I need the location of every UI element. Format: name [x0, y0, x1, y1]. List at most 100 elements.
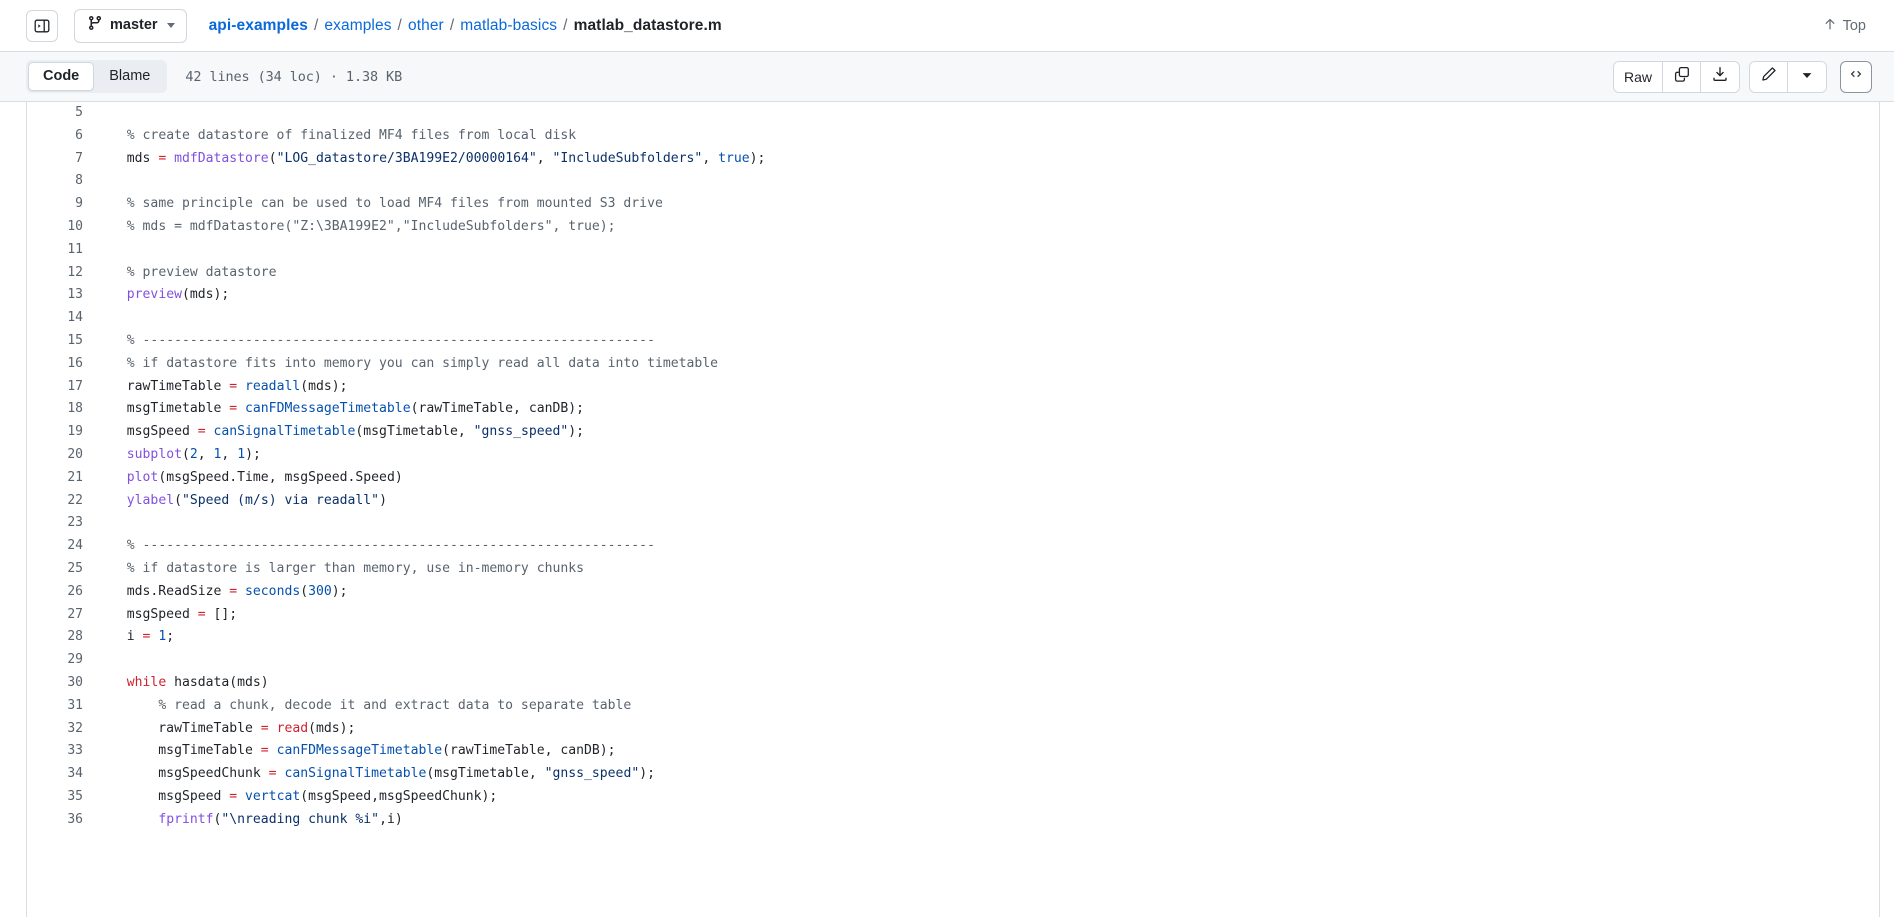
breadcrumb-item-repo[interactable]: api-examples: [209, 17, 308, 35]
code-line-row: 8: [27, 170, 1879, 193]
line-number[interactable]: 12: [27, 262, 99, 285]
code-line-content[interactable]: [99, 102, 1879, 125]
scroll-to-top-link[interactable]: Top: [1817, 13, 1872, 39]
edit-file-button[interactable]: [1750, 61, 1788, 92]
tab-code[interactable]: Code: [28, 61, 95, 92]
line-number[interactable]: 26: [27, 581, 99, 604]
line-number[interactable]: 21: [27, 467, 99, 490]
line-number[interactable]: 24: [27, 535, 99, 558]
code-token: while: [126, 674, 167, 690]
line-number[interactable]: 35: [27, 786, 99, 809]
line-number[interactable]: 7: [27, 148, 99, 171]
code-token: % if datastore is larger than memory, us…: [126, 560, 585, 576]
code-line-content[interactable]: plot(msgSpeed.Time, msgSpeed.Speed): [99, 467, 1879, 490]
line-number[interactable]: 11: [27, 239, 99, 262]
line-number[interactable]: 23: [27, 512, 99, 535]
line-number[interactable]: 5: [27, 102, 99, 125]
code-line-content[interactable]: % --------------------------------------…: [99, 330, 1879, 353]
code-line-row: 16 % if datastore fits into memory you c…: [27, 353, 1879, 376]
line-number[interactable]: 17: [27, 376, 99, 399]
line-number[interactable]: 27: [27, 604, 99, 627]
breadcrumb-item-other[interactable]: other: [408, 17, 444, 35]
line-number[interactable]: 34: [27, 763, 99, 786]
line-number[interactable]: 29: [27, 649, 99, 672]
code-viewport[interactable]: 5 6 % create datastore of finalized MF4 …: [26, 102, 1880, 917]
line-number[interactable]: 14: [27, 307, 99, 330]
code-token: (msgSpeed.Time, msgSpeed.Speed): [158, 469, 403, 485]
code-line-content[interactable]: msgSpeed = canSignalTimetable(msgTimetab…: [99, 421, 1879, 444]
code-line-content[interactable]: [99, 170, 1879, 193]
code-line-content[interactable]: msgSpeed = [];: [99, 604, 1879, 627]
file-size-info: 42 lines (34 loc) · 1.38 KB: [185, 68, 403, 85]
code-line-content[interactable]: mds = mdfDatastore("LOG_datastore/3BA199…: [99, 148, 1879, 171]
github-file-viewer: master api-examples / examples / other /…: [0, 0, 1894, 917]
code-line-content[interactable]: [99, 512, 1879, 535]
code-line-content[interactable]: fprintf("\nreading chunk %i",i): [99, 809, 1879, 832]
code-line-content[interactable]: i = 1;: [99, 626, 1879, 649]
code-line-content[interactable]: % same principle can be used to load MF4…: [99, 193, 1879, 216]
code-line-content[interactable]: rawTimeTable = readall(mds);: [99, 376, 1879, 399]
code-line-content[interactable]: % read a chunk, decode it and extract da…: [99, 695, 1879, 718]
line-number[interactable]: 8: [27, 170, 99, 193]
code-line-row: 24 % -----------------------------------…: [27, 535, 1879, 558]
line-number[interactable]: 19: [27, 421, 99, 444]
code-line-content[interactable]: mds.ReadSize = seconds(300);: [99, 581, 1879, 604]
line-number[interactable]: 33: [27, 740, 99, 763]
line-number[interactable]: 30: [27, 672, 99, 695]
edit-file-dropdown-button[interactable]: [1788, 61, 1826, 92]
tab-blame[interactable]: Blame: [94, 62, 165, 91]
branch-selector-button[interactable]: master: [74, 8, 187, 43]
code-line-content[interactable]: while hasdata(mds): [99, 672, 1879, 695]
code-token: );: [568, 424, 585, 440]
code-line-row: 29: [27, 649, 1879, 672]
line-number[interactable]: 20: [27, 444, 99, 467]
line-number[interactable]: 32: [27, 718, 99, 741]
code-line-content[interactable]: % preview datastore: [99, 262, 1879, 285]
line-number[interactable]: 31: [27, 695, 99, 718]
code-line-content[interactable]: % if datastore fits into memory you can …: [99, 353, 1879, 376]
line-number[interactable]: 9: [27, 193, 99, 216]
code-line-content[interactable]: % mds = mdfDatastore("Z:\3BA199E2","Incl…: [99, 216, 1879, 239]
breadcrumb-item-matlab-basics[interactable]: matlab-basics: [460, 17, 557, 35]
code-line-content[interactable]: % --------------------------------------…: [99, 535, 1879, 558]
line-number[interactable]: 28: [27, 626, 99, 649]
line-number[interactable]: 15: [27, 330, 99, 353]
code-line-row: 31 % read a chunk, decode it and extract…: [27, 695, 1879, 718]
copy-raw-contents-button[interactable]: [1663, 61, 1701, 92]
breadcrumb-item-examples[interactable]: examples: [324, 17, 391, 35]
code-line-content[interactable]: % if datastore is larger than memory, us…: [99, 558, 1879, 581]
code-line-content[interactable]: rawTimeTable = read(mds);: [99, 718, 1879, 741]
code-line-row: 36 fprintf("\nreading chunk %i",i): [27, 809, 1879, 832]
code-line-content[interactable]: [99, 239, 1879, 262]
code-line-content[interactable]: msgSpeed = vertcat(msgSpeed,msgSpeedChun…: [99, 786, 1879, 809]
line-number[interactable]: 18: [27, 398, 99, 421]
line-number[interactable]: 10: [27, 216, 99, 239]
code-line-content[interactable]: preview(mds);: [99, 284, 1879, 307]
line-number[interactable]: 36: [27, 809, 99, 832]
code-line-content[interactable]: msgTimetable = canFDMessageTimetable(raw…: [99, 398, 1879, 421]
line-number[interactable]: 6: [27, 125, 99, 148]
code-token: );: [749, 150, 766, 166]
code-line-content[interactable]: msgTimeTable = canFDMessageTimetable(raw…: [99, 740, 1879, 763]
code-line-content[interactable]: ylabel("Speed (m/s) via readall"): [99, 490, 1879, 513]
code-line-content[interactable]: subplot(2, 1, 1);: [99, 444, 1879, 467]
raw-button[interactable]: Raw: [1613, 61, 1663, 92]
code-token: % same principle can be used to load MF4…: [126, 196, 663, 212]
code-line-content[interactable]: [99, 307, 1879, 330]
breadcrumb-separator: /: [449, 16, 455, 34]
line-number[interactable]: 13: [27, 284, 99, 307]
sidebar-expand-icon[interactable]: [26, 9, 58, 42]
code-line-content[interactable]: msgSpeedChunk = canSignalTimetable(msgTi…: [99, 763, 1879, 786]
code-token: ,: [536, 150, 553, 166]
line-number[interactable]: 16: [27, 353, 99, 376]
code-line-row: 25 % if datastore is larger than memory,…: [27, 558, 1879, 581]
line-number[interactable]: 22: [27, 490, 99, 513]
code-line-content[interactable]: [99, 649, 1879, 672]
line-number[interactable]: 25: [27, 558, 99, 581]
code-symbols-panel-button[interactable]: [1840, 60, 1872, 93]
code-token: "LOG_datastore/3BA199E2/00000164": [276, 150, 537, 166]
code-line-content[interactable]: % create datastore of finalized MF4 file…: [99, 125, 1879, 148]
download-raw-file-button[interactable]: [1701, 61, 1739, 92]
